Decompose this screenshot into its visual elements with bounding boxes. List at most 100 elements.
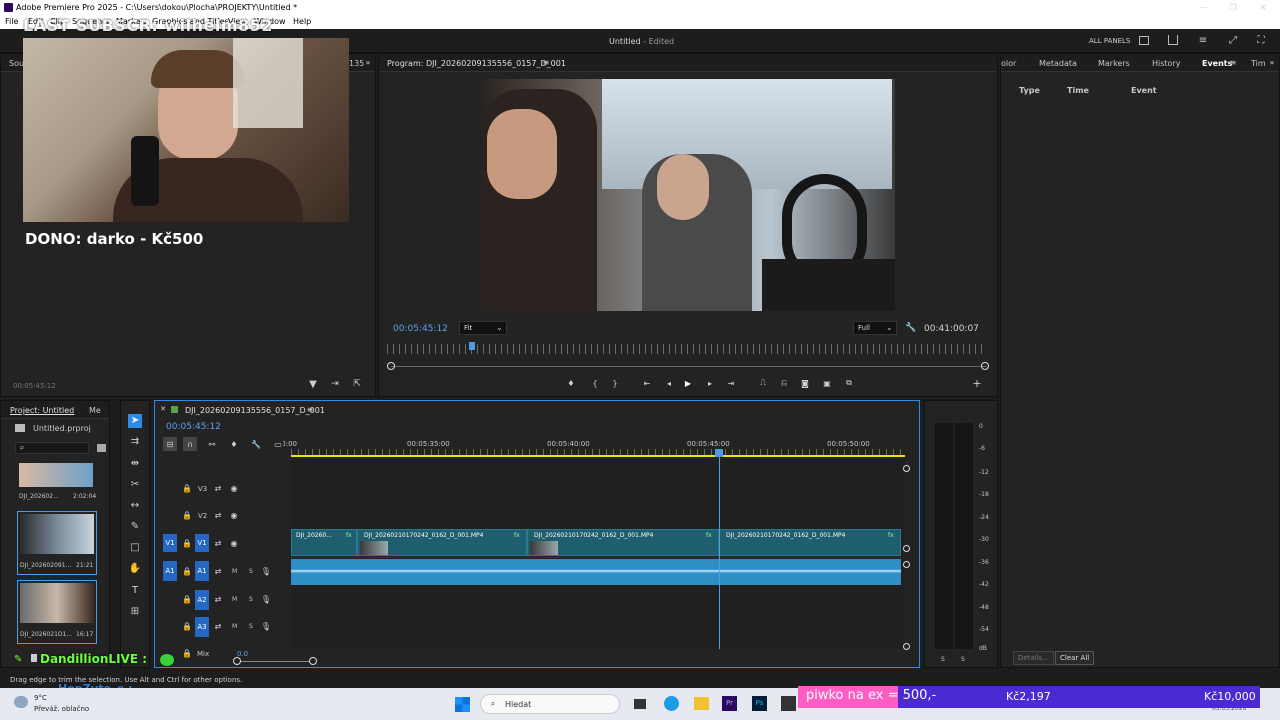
playhead-handle[interactable] bbox=[715, 449, 723, 457]
solo-button[interactable]: S bbox=[249, 623, 253, 630]
linked-selection-icon[interactable]: ⚯ bbox=[205, 437, 219, 451]
rectangle-icon[interactable]: □ bbox=[128, 541, 142, 555]
track-label-a2[interactable]: A2 bbox=[195, 590, 209, 610]
close-button[interactable]: ✕ bbox=[1255, 1, 1271, 14]
mic-icon[interactable]: 🎙 bbox=[261, 566, 271, 576]
mark-in-icon[interactable]: { bbox=[589, 377, 601, 389]
comparison-icon[interactable]: ▣ bbox=[821, 377, 833, 389]
photoshop-icon[interactable]: Ps bbox=[752, 696, 767, 711]
clear-all-button[interactable]: Clear All bbox=[1055, 651, 1095, 665]
video-clip[interactable]: DJI_20260210170242_0162_D_001.MP4 fx bbox=[357, 529, 527, 556]
filter-icon[interactable]: ▼ bbox=[307, 378, 319, 390]
meter-solo-right[interactable]: S bbox=[961, 656, 965, 663]
tab-history[interactable]: History bbox=[1152, 59, 1180, 68]
source-patch-v1[interactable]: V1 bbox=[163, 534, 177, 552]
timeline-menu-icon[interactable]: ≡ bbox=[305, 404, 315, 414]
go-to-in-icon[interactable]: ⇤ bbox=[641, 377, 653, 389]
timeline-playhead[interactable] bbox=[719, 451, 720, 649]
video-clip[interactable]: DJI_20260210170242_0162_D_001.MP4 fx bbox=[719, 529, 901, 556]
v-scroll-handle-top[interactable] bbox=[903, 465, 910, 472]
type-icon[interactable]: T bbox=[128, 584, 142, 598]
mute-button[interactable]: M bbox=[232, 596, 237, 603]
eye-icon[interactable]: ◉ bbox=[229, 510, 239, 520]
audio-clip[interactable] bbox=[357, 559, 527, 585]
new-bin-icon[interactable] bbox=[97, 444, 106, 452]
program-menu-icon[interactable]: ≡ bbox=[541, 57, 551, 67]
go-to-out-icon[interactable]: ⇥ bbox=[725, 377, 737, 389]
insert-icon[interactable]: ⇥ bbox=[329, 378, 341, 390]
lock-icon[interactable]: 🔒 bbox=[182, 621, 192, 631]
sync-lock-icon[interactable]: ⇄ bbox=[213, 510, 223, 520]
source-tab[interactable]: Sou bbox=[9, 59, 24, 68]
tab-color[interactable]: olor bbox=[1001, 59, 1016, 68]
hand-icon[interactable]: ✋ bbox=[128, 562, 142, 576]
media-tab[interactable]: Me bbox=[89, 406, 101, 415]
source-patch-a1[interactable]: A1 bbox=[163, 561, 177, 581]
add-marker-icon[interactable]: ♦ bbox=[565, 377, 577, 389]
ripple-edit-icon[interactable]: ⇹ bbox=[128, 457, 142, 471]
premiere-icon[interactable]: Pr bbox=[722, 696, 737, 711]
share-icon[interactable] bbox=[1168, 35, 1178, 45]
h-scroll-bar[interactable] bbox=[239, 661, 313, 662]
meter-solo-left[interactable]: S bbox=[941, 656, 945, 663]
export-frame-icon[interactable]: ⇱ bbox=[351, 378, 363, 390]
video-clip[interactable]: DJI_20260210170242_0162_D_001.MP4 fx bbox=[527, 529, 719, 556]
tab-metadata[interactable]: Metadata bbox=[1039, 59, 1077, 68]
audio-clip[interactable] bbox=[719, 559, 901, 585]
slip-icon[interactable]: ↔ bbox=[128, 499, 142, 513]
multicam-icon[interactable]: ⧉ bbox=[843, 377, 855, 389]
nest-toggle-icon[interactable]: ⊟ bbox=[163, 437, 177, 451]
program-ruler[interactable] bbox=[387, 344, 987, 354]
fullscreen-icon[interactable]: ⛶ bbox=[1254, 33, 1268, 47]
video-clip[interactable]: DJI_20260... fx bbox=[291, 529, 357, 556]
details-button[interactable]: Details... bbox=[1013, 651, 1054, 665]
v-scroll-handle-mid2[interactable] bbox=[903, 561, 910, 568]
project-item[interactable]: DJI_202602... 2:02:04 bbox=[17, 463, 97, 505]
lock-icon[interactable]: 🔒 bbox=[182, 566, 192, 576]
solo-button[interactable]: S bbox=[249, 568, 253, 575]
work-area-bar[interactable] bbox=[291, 455, 905, 457]
menu-help[interactable]: Help bbox=[293, 17, 311, 26]
project-item[interactable]: DJI_202602091... 21:21 bbox=[17, 511, 97, 575]
program-tab[interactable]: Program: DJI_20260209135556_0157_D_001 bbox=[387, 59, 566, 68]
extract-icon[interactable]: ⎌ bbox=[778, 377, 790, 389]
track-select-icon[interactable]: ⇉ bbox=[128, 435, 142, 449]
track-label-v1[interactable]: V1 bbox=[195, 534, 209, 552]
sync-lock-icon[interactable]: ⇄ bbox=[213, 621, 223, 631]
timeline-tab[interactable]: DJI_20260209135556_0157_D_001 bbox=[185, 406, 325, 415]
program-zoom-bar[interactable] bbox=[391, 366, 987, 367]
wrench-icon[interactable]: 🔧 bbox=[905, 322, 917, 334]
menu-icon[interactable]: ≡ bbox=[1196, 33, 1210, 47]
lift-icon[interactable]: ⎍ bbox=[757, 377, 769, 389]
sync-lock-icon[interactable]: ⇄ bbox=[213, 483, 223, 493]
mark-out-icon[interactable]: } bbox=[609, 377, 621, 389]
caption-icon[interactable]: ⊞ bbox=[128, 605, 142, 619]
v-scroll-handle-mid[interactable] bbox=[903, 545, 910, 552]
lock-icon[interactable]: 🔒 bbox=[182, 483, 192, 493]
pen-icon[interactable]: ✎ bbox=[128, 520, 142, 534]
tab-timecode[interactable]: Tim bbox=[1251, 59, 1266, 68]
audio-clip[interactable] bbox=[291, 559, 357, 585]
zoom-handle-left[interactable] bbox=[387, 362, 395, 370]
razor-icon[interactable]: ✂ bbox=[128, 478, 142, 492]
mute-button[interactable]: M bbox=[232, 623, 237, 630]
tab-markers[interactable]: Markers bbox=[1098, 59, 1130, 68]
source-tab-right[interactable]: 135 bbox=[349, 59, 364, 68]
timeline-settings-icon[interactable]: 🔧 bbox=[249, 437, 263, 451]
step-back-icon[interactable]: ◂ bbox=[663, 377, 675, 389]
close-tab-icon[interactable]: ✕ bbox=[159, 405, 167, 413]
windows-start-icon[interactable] bbox=[455, 697, 470, 712]
zoom-handle-right[interactable] bbox=[981, 362, 989, 370]
events-menu-icon[interactable]: ≡ bbox=[1228, 57, 1238, 67]
fit-dropdown[interactable]: Fit ⌄ bbox=[459, 321, 507, 335]
zoom-icon[interactable]: ⤢ bbox=[1226, 33, 1240, 47]
mic-icon[interactable]: 🎙 bbox=[261, 621, 271, 631]
track-area[interactable]: DJI_20260... fx DJI_20260210170242_0162_… bbox=[291, 451, 905, 649]
timeline-timecode[interactable]: 00:05:45:12 bbox=[166, 422, 221, 432]
h-scroll-handle-right[interactable] bbox=[309, 657, 317, 665]
mute-button[interactable]: M bbox=[232, 568, 237, 575]
panel-overflow-icon[interactable]: » bbox=[363, 57, 373, 67]
button-editor-icon[interactable]: + bbox=[971, 377, 983, 390]
app-icon[interactable] bbox=[781, 696, 796, 711]
program-playhead[interactable] bbox=[469, 342, 475, 350]
